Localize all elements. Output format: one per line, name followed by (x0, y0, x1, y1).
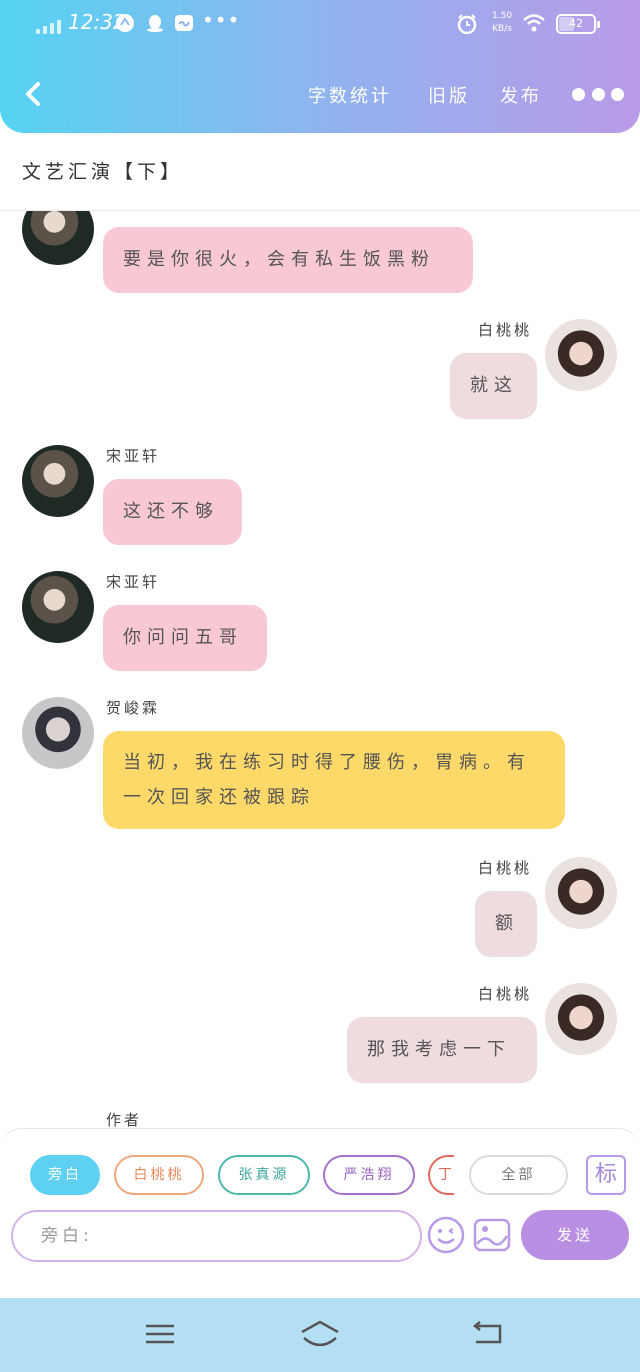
message-bubble[interactable]: 当初，我在练习时得了腰伤，胃病。有一次回家还被跟踪 (103, 731, 565, 829)
app-notification-icon (115, 13, 135, 33)
role-chip-yanhaoxiang[interactable]: 严浩翔 (323, 1155, 415, 1195)
message-bubble[interactable]: 这还不够 (103, 479, 242, 545)
sender-name: 白桃桃 (478, 985, 533, 1003)
avatar[interactable] (22, 571, 94, 643)
sender-name: 白桃桃 (478, 859, 533, 877)
avatar[interactable] (545, 319, 617, 391)
status-bar: 12:32 ••• 1.50 KB/s 42 (0, 0, 640, 50)
publish-button[interactable]: 发布 (500, 82, 542, 108)
network-speed: 1.50 KB/s (492, 10, 512, 36)
avatar[interactable] (22, 1109, 94, 1128)
message-bubble[interactable]: 你问问五哥 (103, 605, 267, 671)
more-options-icon[interactable] (572, 88, 624, 102)
old-version-button[interactable]: 旧版 (428, 82, 470, 108)
role-chip-all[interactable]: 全部 (469, 1155, 568, 1195)
emoji-icon[interactable] (426, 1215, 466, 1255)
message-bubble[interactable]: 额 (475, 891, 537, 957)
avatar[interactable] (22, 697, 94, 769)
sender-name: 作者 (106, 1111, 143, 1128)
avatar[interactable] (22, 445, 94, 517)
page-title: 文艺汇演【下】 (22, 161, 184, 183)
message-input[interactable]: 旁白: (11, 1210, 422, 1262)
signal-icon (36, 20, 64, 34)
role-chip-zhangzhenyuan[interactable]: 张真源 (218, 1155, 310, 1195)
message-app-icon (174, 13, 194, 33)
mark-button[interactable]: 标 (586, 1155, 626, 1195)
sender-name: 宋亚轩 (106, 447, 161, 465)
word-count-button[interactable]: 字数统计 (308, 82, 392, 108)
top-bar: 12:32 ••• 1.50 KB/s 42 字数统计 旧版 发布 (0, 0, 640, 133)
back-arrow-icon[interactable] (20, 78, 48, 110)
sender-name: 宋亚轩 (106, 573, 161, 591)
wifi-icon (522, 13, 546, 33)
network-speed-unit: KB/s (492, 24, 512, 34)
home-icon[interactable] (298, 1318, 342, 1350)
menu-icon[interactable] (142, 1318, 178, 1350)
more-notifications-icon: ••• (202, 8, 241, 32)
avatar[interactable] (22, 211, 94, 265)
avatar[interactable] (545, 857, 617, 929)
chat-area[interactable]: 要是你很火，会有私生饭黑粉 白桃桃 就这 宋亚轩 这还不够 宋亚轩 你问问五哥 … (0, 211, 640, 1128)
sender-name: 贺峻霖 (106, 699, 161, 717)
message-bubble[interactable]: 那我考虑一下 (347, 1017, 537, 1083)
send-button[interactable]: 发送 (521, 1210, 629, 1260)
message-bubble[interactable]: 就这 (450, 353, 537, 419)
alarm-icon (456, 13, 478, 35)
system-nav-bar (0, 1298, 640, 1372)
image-icon[interactable] (473, 1216, 511, 1254)
avatar[interactable] (545, 983, 617, 1055)
battery-icon: 42 (556, 14, 600, 34)
network-speed-value: 1.50 (492, 11, 513, 21)
message-bubble[interactable]: 要是你很火，会有私生饭黑粉 (103, 227, 473, 293)
back-icon[interactable] (470, 1318, 506, 1350)
sender-name: 白桃桃 (478, 321, 533, 339)
qq-icon (145, 13, 165, 33)
battery-percent: 42 (569, 17, 583, 30)
role-chip-narration[interactable]: 旁白 (30, 1155, 100, 1195)
role-chip-baitaotao[interactable]: 白桃桃 (114, 1155, 204, 1195)
